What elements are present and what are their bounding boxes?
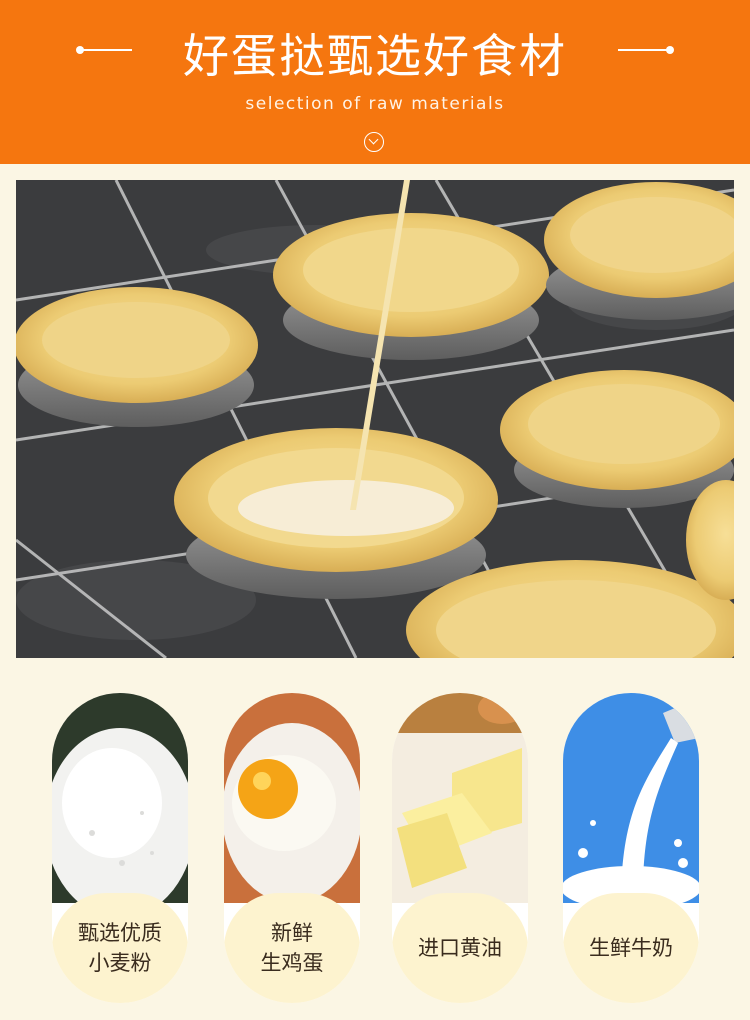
ingredient-card-flour: 甄选优质 小麦粉	[52, 693, 188, 1003]
decor-line-right	[618, 49, 670, 51]
page-title: 好蛋挞甄选好食材	[183, 29, 567, 83]
hero-photo-egg-tarts	[16, 180, 734, 658]
ingredient-card-milk: 生鲜牛奶	[563, 693, 699, 1003]
ingredient-card-butter: 进口黄油	[392, 693, 528, 1003]
header-banner: 好蛋挞甄选好食材 selection of raw materials	[0, 0, 750, 164]
decor-dot-right	[666, 46, 674, 54]
chevron-down-icon[interactable]	[364, 132, 384, 152]
ingredient-label-butter: 进口黄油	[418, 936, 502, 960]
ingredient-card-egg: 新鲜 生鸡蛋	[224, 693, 360, 1003]
page-subtitle: selection of raw materials	[245, 94, 505, 114]
ingredient-label-egg: 新鲜 生鸡蛋	[260, 921, 324, 975]
flour-photo	[52, 693, 188, 903]
ingredient-label-milk: 生鲜牛奶	[589, 936, 673, 960]
egg-photo	[224, 693, 360, 903]
butter-photo	[392, 693, 528, 903]
ingredient-label-flour: 甄选优质 小麦粉	[78, 921, 162, 975]
milk-photo	[563, 693, 699, 903]
